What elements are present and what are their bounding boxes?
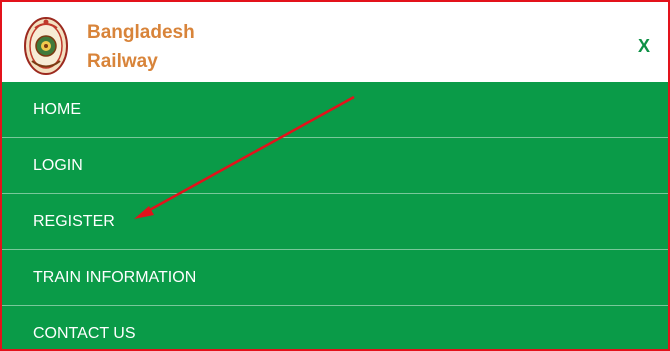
menu-item-home[interactable]: HOME [2, 82, 668, 138]
main-menu: HOME LOGIN REGISTER TRAIN INFORMATION CO… [2, 82, 668, 349]
menu-header: Bangladesh Railway X [2, 2, 668, 82]
menu-item-train-information[interactable]: TRAIN INFORMATION [2, 250, 668, 306]
bangladesh-railway-emblem-icon[interactable] [23, 16, 69, 78]
brand-title[interactable]: Bangladesh Railway [87, 18, 195, 76]
menu-item-contact-us[interactable]: CONTACT US [2, 306, 668, 349]
close-menu-button[interactable]: X [632, 32, 656, 60]
brand-line-2: Railway [87, 51, 158, 72]
brand-line-1: Bangladesh [87, 22, 195, 43]
menu-item-register[interactable]: REGISTER [2, 194, 668, 250]
mobile-menu-panel: Bangladesh Railway X HOME LOGIN REGISTER… [0, 0, 670, 351]
menu-item-login[interactable]: LOGIN [2, 138, 668, 194]
